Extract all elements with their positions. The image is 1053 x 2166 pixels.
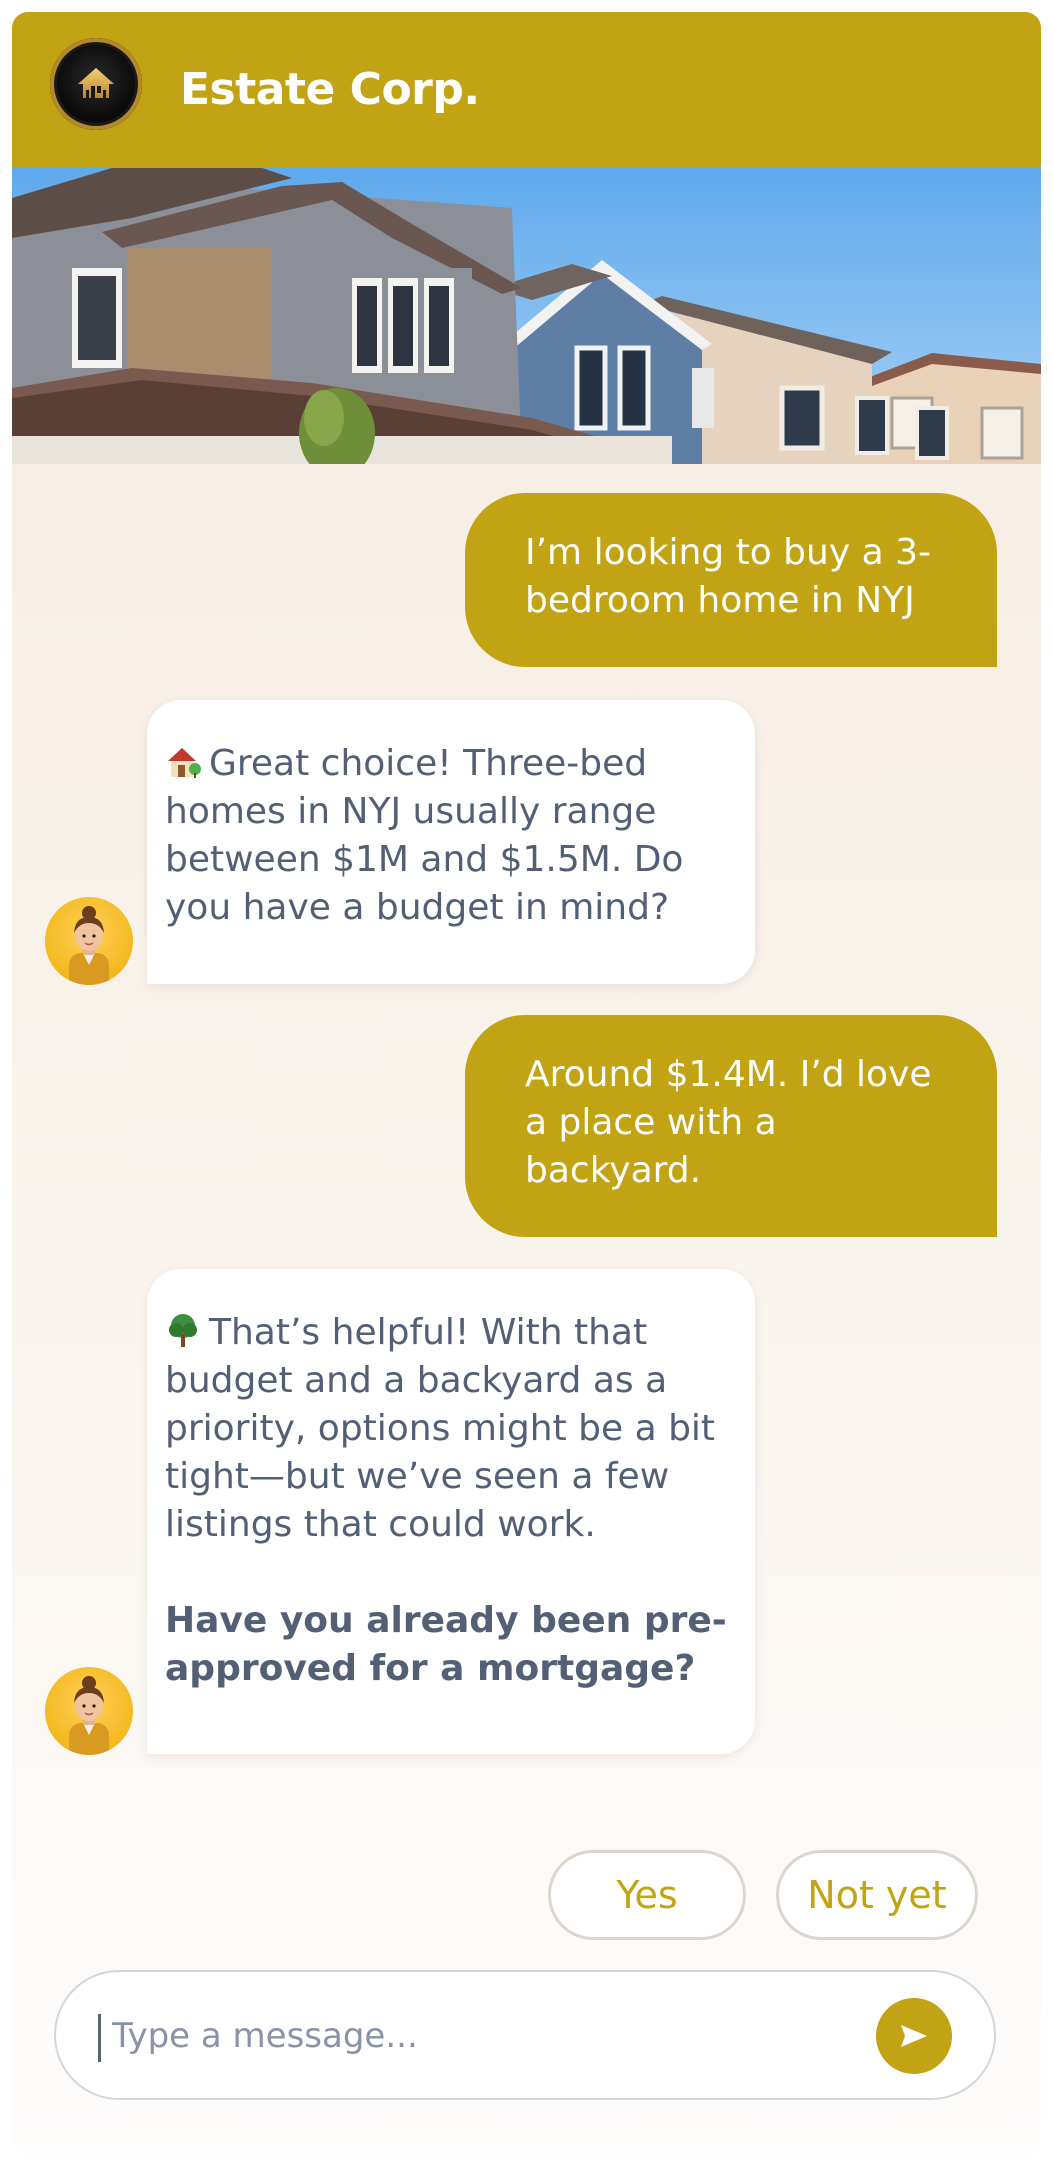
- quick-reply-not-yet[interactable]: Not yet: [776, 1850, 978, 1940]
- brand-name: Estate Corp.: [180, 64, 480, 115]
- message-input[interactable]: [112, 2008, 812, 2064]
- chat-widget: Estate Corp. I’m looking to buy a 3-bedr…: [12, 12, 1041, 2154]
- tree-emoji-icon: [169, 1314, 197, 1347]
- send-button[interactable]: [876, 1998, 952, 2074]
- bot-question: Have you already been pre-approved for a…: [165, 1600, 727, 1689]
- chat-header: Estate Corp.: [12, 12, 1041, 168]
- text-caret: [98, 2014, 101, 2062]
- quick-reply-yes[interactable]: Yes: [548, 1850, 746, 1940]
- bot-message: Great choice! Three-bed homes in NYJ usu…: [147, 700, 755, 984]
- house-emoji-icon: [168, 748, 201, 778]
- message-composer: [54, 1970, 996, 2100]
- agent-avatar: [45, 897, 133, 985]
- agent-avatar: [45, 1667, 133, 1755]
- user-message: Around $1.4M. I’d love a place with a ba…: [465, 1015, 997, 1237]
- bot-message: That’s helpful! With that budget and a b…: [147, 1269, 755, 1754]
- house-logo-icon: [50, 38, 142, 130]
- send-icon: [901, 2025, 927, 2047]
- hero-image: [12, 168, 1041, 464]
- user-message: I’m looking to buy a 3-bedroom home in N…: [465, 493, 997, 667]
